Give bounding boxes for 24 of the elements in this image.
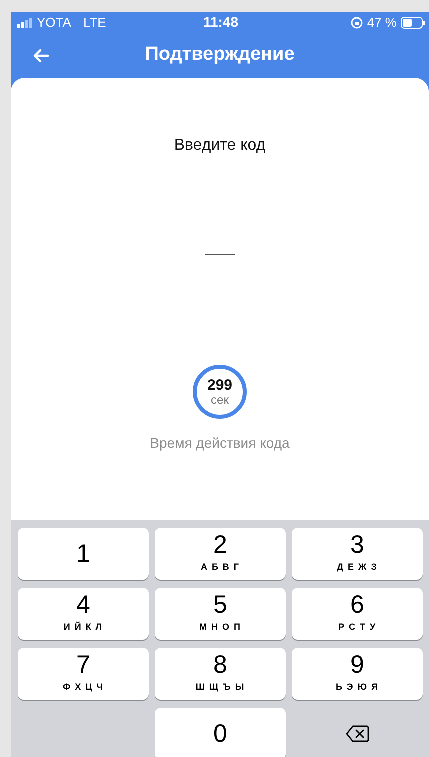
prompt-text: Введите код [174, 136, 266, 156]
keypad-key[interactable]: 7 Ф Х Ц Ч [18, 648, 149, 700]
keypad-key[interactable]: 9 Ь Э Ю Я [292, 648, 423, 700]
keypad-key[interactable]: 1 [18, 528, 149, 580]
carrier-name: YOTA [37, 14, 72, 32]
screen-title: Подтверждение [145, 44, 295, 67]
keypad-key[interactable]: 0 [155, 708, 286, 757]
battery-percent: 47 % [367, 14, 397, 32]
keypad-key[interactable]: 8 Ш Щ Ъ Ы [155, 648, 286, 700]
battery-icon [401, 16, 425, 28]
network-type: LTE [83, 14, 106, 32]
keypad-key[interactable]: 5 М Н О П [155, 588, 286, 640]
timer-caption: Время действия кода [150, 434, 290, 453]
signal-icon [17, 18, 33, 28]
keypad-key[interactable]: 2 А Б В Г [155, 528, 286, 580]
backspace-icon [346, 725, 370, 743]
timer-value: 299 [207, 378, 233, 394]
keypad-key[interactable]: 4 И Й К Л [18, 588, 149, 640]
rotation-lock-icon [351, 16, 364, 28]
back-arrow-icon [33, 49, 49, 63]
keypad-key[interactable]: 3 Д Е Ж З [292, 528, 423, 580]
timer-unit: сек [211, 394, 229, 406]
keypad-key[interactable]: 6 Р С Т У [292, 588, 423, 640]
status-time: 11:48 [203, 14, 239, 30]
